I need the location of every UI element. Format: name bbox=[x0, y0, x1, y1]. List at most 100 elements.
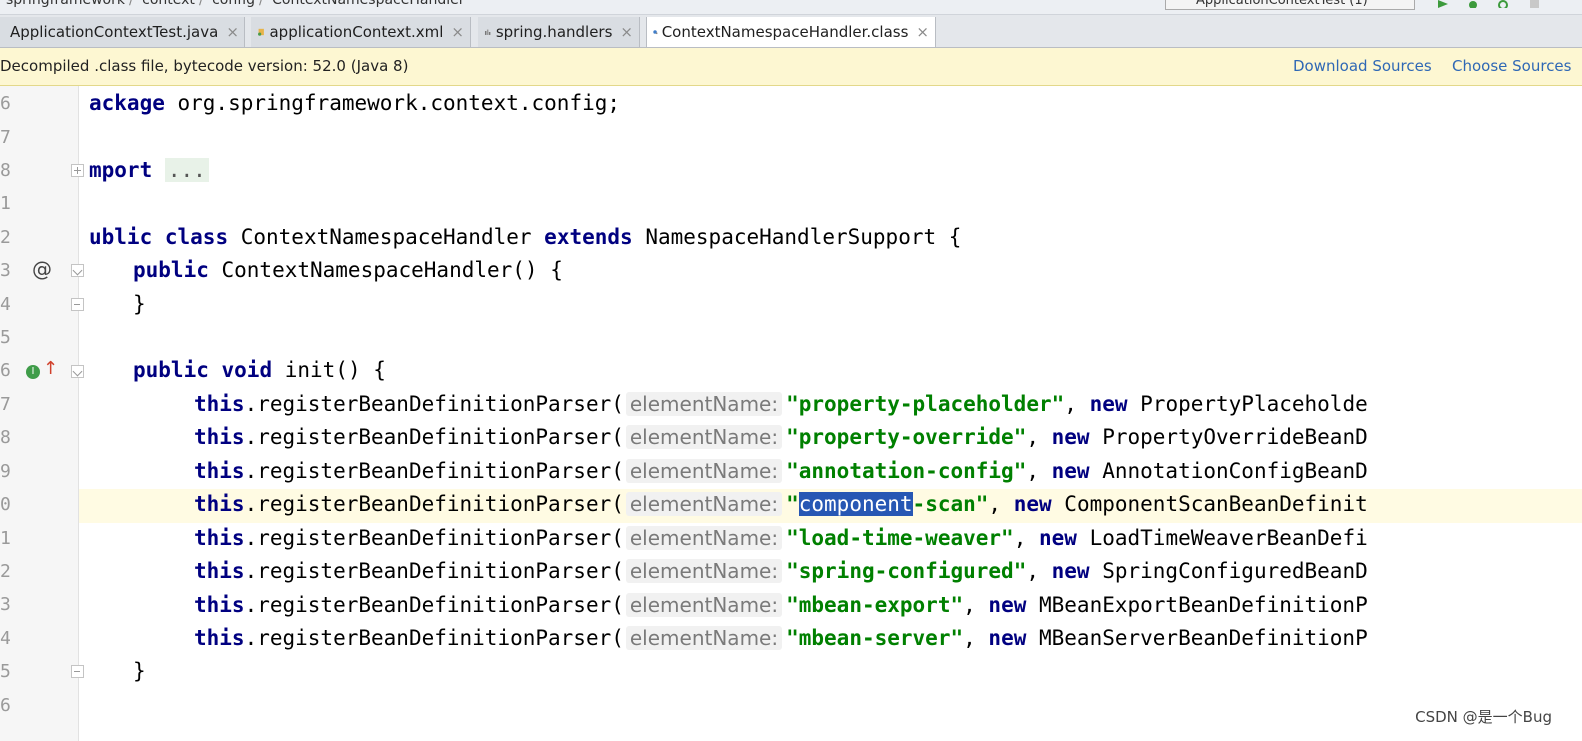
close-icon[interactable]: × bbox=[620, 23, 633, 41]
keyword: extends bbox=[544, 225, 633, 249]
close-icon[interactable]: × bbox=[451, 23, 464, 41]
keyword: public bbox=[133, 258, 209, 282]
keyword: this bbox=[194, 392, 245, 416]
method-call: .registerBeanDefinitionParser( bbox=[244, 593, 624, 617]
fold-expand-icon[interactable] bbox=[71, 164, 84, 177]
override-marker-icon[interactable]: @ bbox=[32, 257, 52, 281]
parser-class: SpringConfiguredBeanD bbox=[1089, 559, 1368, 583]
keyword: this bbox=[194, 593, 245, 617]
fold-collapse-icon[interactable] bbox=[71, 264, 84, 277]
method-signature: init() { bbox=[272, 358, 386, 382]
string-literal: annotation-config bbox=[798, 459, 1014, 483]
string-quote: " bbox=[786, 626, 799, 650]
keyword: this bbox=[194, 492, 245, 516]
stop-icon[interactable] bbox=[1528, 0, 1542, 8]
tab-label: spring.handlers bbox=[495, 23, 613, 41]
string-quote: " bbox=[1013, 425, 1027, 449]
keyword: ublic bbox=[89, 225, 153, 249]
overrides-arrow-icon[interactable]: ↑ bbox=[43, 358, 58, 379]
notice-message: Decompiled .class file, bytecode version… bbox=[0, 57, 409, 75]
debug-icon[interactable] bbox=[1466, 0, 1480, 8]
parameter-hint: elementName: bbox=[625, 526, 783, 550]
close-icon[interactable]: × bbox=[916, 23, 929, 41]
coverage-icon[interactable] bbox=[1496, 0, 1510, 8]
code-line-close-brace: } bbox=[133, 659, 146, 683]
code-line-register-current: this.registerBeanDefinitionParser(elemen… bbox=[194, 492, 1368, 516]
line-number: 0 bbox=[0, 494, 11, 515]
fold-end-icon bbox=[71, 298, 84, 311]
parser-class: MBeanServerBeanDefinitionP bbox=[1026, 626, 1368, 650]
folded-imports[interactable]: ... bbox=[164, 158, 209, 182]
keyword: void bbox=[221, 358, 273, 382]
line-number: 8 bbox=[0, 160, 11, 181]
breadcrumb-item[interactable]: context bbox=[142, 0, 195, 8]
brace: } bbox=[133, 292, 146, 316]
code-line-register: this.registerBeanDefinitionParser(elemen… bbox=[194, 392, 1368, 416]
keyword: this bbox=[194, 559, 245, 583]
editor-tab-bar: ApplicationContextTest.java × applicatio… bbox=[0, 15, 1582, 48]
line-number: 4 bbox=[0, 294, 11, 315]
line-number: 7 bbox=[0, 127, 11, 148]
implements-marker-icon[interactable]: I bbox=[26, 365, 40, 379]
string-quote: " bbox=[950, 626, 964, 650]
keyword: new bbox=[988, 593, 1027, 617]
selected-text[interactable]: component bbox=[798, 492, 913, 516]
line-number: 3 bbox=[0, 260, 11, 281]
parameter-hint: elementName: bbox=[625, 626, 783, 650]
code-line-register: this.registerBeanDefinitionParser(elemen… bbox=[194, 626, 1368, 650]
keyword: this bbox=[194, 526, 245, 550]
keyword: new bbox=[1051, 559, 1090, 583]
parser-class: PropertyOverrideBeanD bbox=[1089, 425, 1368, 449]
tab-context-namespace-handler[interactable]: ContextNamespaceHandler.class × bbox=[646, 17, 936, 47]
keyword: new bbox=[1051, 425, 1090, 449]
method-call: .registerBeanDefinitionParser( bbox=[244, 392, 624, 416]
code-line-register: this.registerBeanDefinitionParser(elemen… bbox=[194, 526, 1368, 550]
parameter-hint: elementName: bbox=[625, 425, 783, 449]
keyword: this bbox=[194, 459, 245, 483]
parameter-hint: elementName: bbox=[625, 559, 783, 583]
tab-application-context-xml[interactable]: applicationContext.xml × bbox=[251, 17, 471, 47]
choose-sources-link[interactable]: Choose Sources bbox=[1452, 57, 1571, 75]
code-line-class-declaration: ublic class ContextNamespaceHandler exte… bbox=[89, 225, 961, 249]
run-configuration-select[interactable]: ApplicationContextTest (1) bbox=[1165, 0, 1415, 10]
breadcrumb-item[interactable]: config bbox=[212, 0, 255, 8]
fold-end-icon bbox=[71, 665, 84, 678]
code-editor[interactable]: 6 7 8 1 2 3 4 5 6 7 8 9 0 1 2 3 4 5 6 @ … bbox=[0, 86, 1582, 741]
string-quote: " bbox=[786, 392, 799, 416]
string-literal: spring-configured bbox=[798, 559, 1014, 583]
code-line-register: this.registerBeanDefinitionParser(elemen… bbox=[194, 559, 1368, 583]
string-quote: " bbox=[786, 492, 799, 516]
code-line-close-brace: } bbox=[133, 292, 146, 316]
superclass-name: NamespaceHandlerSupport { bbox=[632, 225, 962, 249]
keyword: public bbox=[133, 358, 209, 382]
string-literal: property-override bbox=[798, 425, 1014, 449]
line-number: 3 bbox=[0, 594, 11, 615]
run-icon[interactable] bbox=[1436, 0, 1450, 8]
navigation-bar: springframework / context / config / Contex… bbox=[0, 0, 1582, 15]
line-number: 6 bbox=[0, 93, 11, 114]
method-call: .registerBeanDefinitionParser( bbox=[244, 492, 624, 516]
fold-collapse-icon[interactable] bbox=[71, 365, 84, 378]
line-number: 2 bbox=[0, 227, 11, 248]
keyword: new bbox=[988, 626, 1027, 650]
line-number: 9 bbox=[0, 461, 11, 482]
string-literal: -scan bbox=[912, 492, 976, 516]
properties-file-icon bbox=[484, 29, 491, 35]
close-icon[interactable]: × bbox=[226, 23, 239, 41]
breadcrumb-item[interactable]: springframework bbox=[6, 0, 125, 8]
string-quote: " bbox=[786, 559, 799, 583]
breadcrumb-item[interactable]: ContextNamespaceHandler bbox=[272, 0, 464, 8]
method-call: .registerBeanDefinitionParser( bbox=[244, 626, 624, 650]
tab-application-context-test[interactable]: ApplicationContextTest.java × bbox=[0, 17, 245, 47]
constructor-signature: ContextNamespaceHandler() { bbox=[208, 258, 563, 282]
keyword: new bbox=[1089, 392, 1128, 416]
breadcrumb: springframework / context / config / Contex… bbox=[6, 0, 464, 8]
download-sources-link[interactable]: Download Sources bbox=[1293, 57, 1432, 75]
tab-label: ApplicationContextTest.java bbox=[10, 23, 219, 41]
class-name: ContextNamespaceHandler bbox=[228, 225, 545, 249]
keyword: this bbox=[194, 425, 245, 449]
string-quote: " bbox=[975, 492, 989, 516]
parameter-hint: elementName: bbox=[625, 459, 783, 483]
parser-class: ComponentScanBeanDefinit bbox=[1051, 492, 1368, 516]
tab-spring-handlers[interactable]: spring.handlers × bbox=[478, 17, 640, 47]
